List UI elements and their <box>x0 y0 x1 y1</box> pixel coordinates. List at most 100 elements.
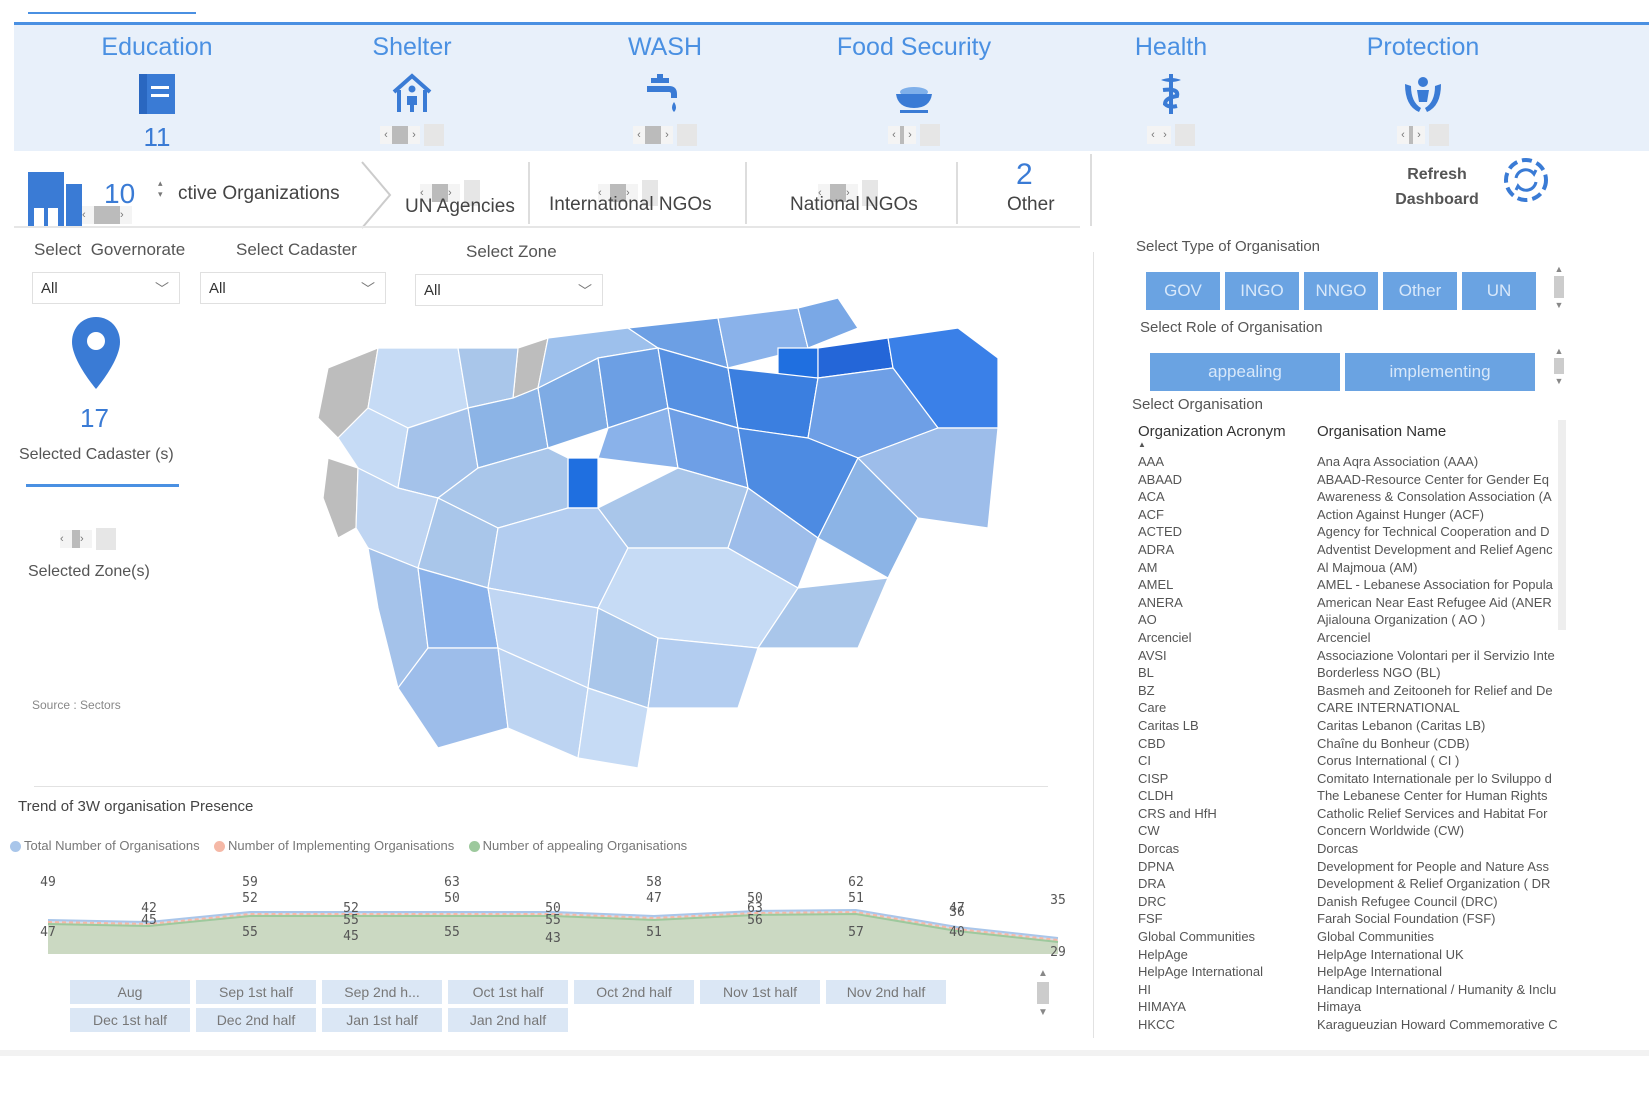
role-implementing-button[interactable]: implementing <box>1345 353 1535 391</box>
org-type-un-button[interactable]: UN <box>1462 272 1536 310</box>
active-org-stepper[interactable]: ‹ › <box>82 206 132 226</box>
refresh-icon[interactable] <box>1502 156 1550 204</box>
category-chip[interactable]: Jan 1st half <box>322 1008 442 1032</box>
table-row[interactable]: ABAAD ABAAD-Resource Center for Gender Eq <box>1138 472 1562 490</box>
table-row[interactable]: ACA Awareness & Consolation Association (… <box>1138 489 1562 507</box>
sector-stepper[interactable]: ‹ › <box>1147 124 1195 146</box>
category-chip[interactable]: Dec 2nd half <box>196 1008 316 1032</box>
bottom-border <box>0 1050 1649 1056</box>
sector-title: Food Security <box>836 33 992 61</box>
table-row[interactable]: Care CARE INTERNATIONAL <box>1138 700 1562 718</box>
org-acronym: Global Communities <box>1138 929 1256 945</box>
sector-stepper[interactable]: ‹ › <box>633 124 697 146</box>
org-type-gov-button[interactable]: GOV <box>1146 272 1220 310</box>
table-row[interactable]: CI Corus International ( CI ) <box>1138 753 1562 771</box>
org-acronym: HelpAge <box>1138 946 1188 962</box>
table-row[interactable]: ANERA American Near East Refugee Aid (ANE… <box>1138 595 1562 613</box>
governorate-dropdown[interactable]: All ﹀ <box>32 272 180 304</box>
scroll-arrows[interactable]: ▴ ▾ <box>158 178 163 200</box>
org-acronym: ACTED <box>1138 524 1183 540</box>
org-type-ingo-button[interactable]: INGO <box>1225 272 1299 310</box>
table-row[interactable]: AO Ajialouna Organization ( AO ) <box>1138 612 1562 630</box>
table-row[interactable]: ACF Action Against Hunger (ACF) <box>1138 507 1562 525</box>
table-row[interactable]: HelpAge International HelpAge Internation… <box>1138 964 1562 982</box>
table-row[interactable]: AM Al Majmoua (AM) <box>1138 560 1562 578</box>
org-name: Development for People and Nature Ass <box>1317 858 1549 874</box>
category-chip[interactable]: Aug <box>70 980 190 1004</box>
org-type-nngo-button[interactable]: NNGO <box>1304 272 1378 310</box>
org-acronym: BL <box>1138 665 1154 681</box>
org-name: American Near East Refugee Aid (ANER <box>1317 594 1552 610</box>
sector-protection[interactable]: Protection ‹ › <box>1298 25 1548 151</box>
org-role-buttons: appealing implementing <box>1150 353 1540 391</box>
category-chip[interactable]: Sep 2nd h... <box>322 980 442 1004</box>
food-bowl-icon <box>896 87 932 113</box>
table-row[interactable]: Arcenciel Arcenciel <box>1138 630 1562 648</box>
table-row[interactable]: AVSI Associazione Volontari per il Serviz… <box>1138 648 1562 666</box>
table-row[interactable]: Global Communities Global Communities <box>1138 929 1562 947</box>
sector-education[interactable]: Education 11 <box>32 25 282 152</box>
table-row[interactable]: HIMAYA Himaya <box>1138 999 1562 1017</box>
dropdown-value: All <box>209 280 226 297</box>
table-row[interactable]: BZ Basmeh and Zeitooneh for Relief and De <box>1138 683 1562 701</box>
role-scrollbar[interactable]: ▲ ▼ <box>1552 346 1566 396</box>
table-row[interactable]: DPNA Development for People and Nature As… <box>1138 859 1562 877</box>
category-chip[interactable]: Dec 1st half <box>70 1008 190 1032</box>
table-row[interactable]: AMEL AMEL - Lebanese Association for Popu… <box>1138 577 1562 595</box>
category-chip[interactable]: Oct 2nd half <box>574 980 694 1004</box>
org-acronym: AMEL <box>1138 577 1174 593</box>
category-chip[interactable]: Sep 1st half <box>196 980 316 1004</box>
table-row[interactable]: Dorcas Dorcas <box>1138 841 1562 859</box>
legend-implementing: Number of Implementing Organisations <box>214 838 454 853</box>
table-row[interactable]: CLDH The Lebanese Center for Human Rights <box>1138 788 1562 806</box>
category-chip[interactable]: Nov 1st half <box>700 980 820 1004</box>
role-appealing-button[interactable]: appealing <box>1150 353 1340 391</box>
table-row[interactable]: BL Borderless NGO (BL) <box>1138 665 1562 683</box>
sector-stepper[interactable]: ‹ › <box>888 124 940 146</box>
table-row[interactable]: AAA Ana Aqra Association (AAA) <box>1138 454 1562 472</box>
table-row[interactable]: DRC Danish Refugee Council (DRC) <box>1138 894 1562 912</box>
type-scrollbar[interactable]: ▲ ▼ <box>1552 264 1566 324</box>
table-row[interactable]: ADRA Adventist Development and Relief Age… <box>1138 542 1562 560</box>
other-label: Other <box>1007 194 1055 215</box>
category-chip[interactable]: Nov 2nd half <box>826 980 946 1004</box>
table-row[interactable]: CBD Chaîne du Bonheur (CDB) <box>1138 736 1562 754</box>
org-acronym: HelpAge International <box>1138 964 1264 980</box>
col-acronym-header[interactable]: Organization Acronym <box>1138 423 1286 440</box>
slicer-scrollbar[interactable]: ▲ ▼ <box>1034 968 1052 1034</box>
table-row[interactable]: HelpAge HelpAge International UK <box>1138 947 1562 965</box>
col-name-header[interactable]: Organisation Name <box>1317 423 1446 440</box>
sector-stepper[interactable]: ‹ › <box>380 124 444 146</box>
table-scrollbar[interactable] <box>1558 420 1566 630</box>
org-acronym: Caritas LB <box>1138 717 1199 733</box>
org-name: Ajialouna Organization ( AO ) <box>1317 612 1486 628</box>
table-row[interactable]: DRA Development & Relief Organization ( D… <box>1138 876 1562 894</box>
refresh-dashboard-label[interactable]: Refresh Dashboard <box>1392 162 1482 212</box>
sector-wash[interactable]: WASH ‹ › <box>540 25 790 151</box>
sector-shelter[interactable]: Shelter ‹ › <box>287 25 537 151</box>
table-row[interactable]: CRS and HfH Catholic Relief Services and … <box>1138 806 1562 824</box>
table-row[interactable]: CISP Comitato Internationale per lo Svilu… <box>1138 771 1562 789</box>
category-chip[interactable]: Oct 1st half <box>448 980 568 1004</box>
zone-stepper[interactable]: ‹ › <box>60 528 116 550</box>
table-row[interactable]: HKCC Karagueuzian Howard Commemorative C <box>1138 1017 1562 1035</box>
sector-food-security[interactable]: Food Security ‹ › <box>789 25 1039 151</box>
table-row[interactable]: FSF Farah Social Foundation (FSF) <box>1138 911 1562 929</box>
org-name: Development & Relief Organization ( DR <box>1317 876 1551 892</box>
org-type-other-button[interactable]: Other <box>1383 272 1457 310</box>
sector-stepper[interactable]: ‹ › <box>1397 124 1449 146</box>
org-acronym: HIMAYA <box>1138 999 1186 1015</box>
category-chip[interactable]: Jan 2nd half <box>448 1008 568 1032</box>
sector-health[interactable]: Health ‹ › <box>1046 25 1296 151</box>
active-organizations-label: ctive Organizations <box>178 183 340 204</box>
table-row[interactable]: CW Concern Worldwide (CW) <box>1138 823 1562 841</box>
table-row[interactable]: Caritas LB Caritas Lebanon (Caritas LB) <box>1138 718 1562 736</box>
chevron-down-icon: ﹀ <box>155 281 169 297</box>
table-row[interactable]: HI Handicap International / Humanity & In… <box>1138 982 1562 1000</box>
cadaster-map[interactable] <box>298 288 1012 774</box>
category-slicer[interactable]: Aug Sep 1st half Sep 2nd h... Oct 1st half O… <box>70 980 960 1036</box>
org-acronym: AAA <box>1138 454 1165 469</box>
implementing-data-label: 50 <box>444 891 460 906</box>
implementing-data-label: 50 <box>747 891 763 906</box>
table-row[interactable]: ACTED Agency for Technical Cooperation an… <box>1138 524 1562 542</box>
